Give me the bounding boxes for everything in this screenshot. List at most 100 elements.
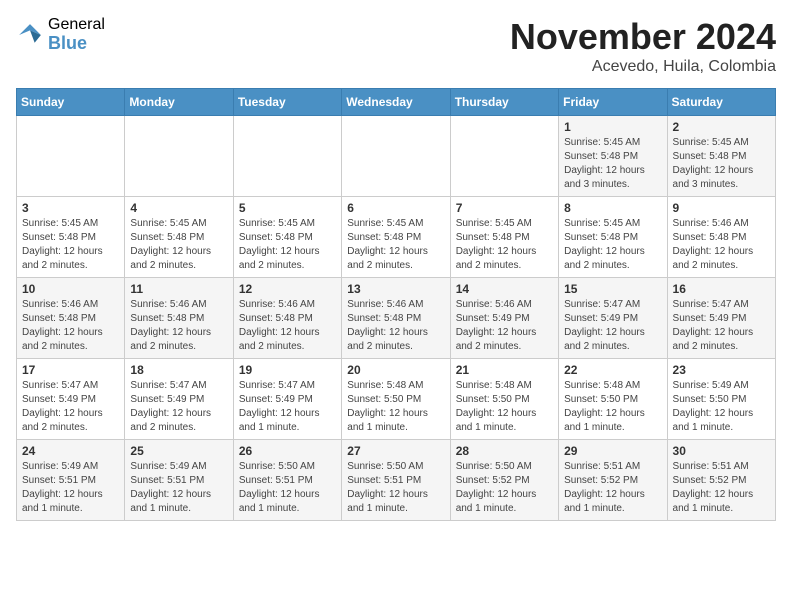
day-info: Sunrise: 5:50 AM Sunset: 5:52 PM Dayligh…	[456, 460, 553, 516]
day-number: 30	[673, 444, 770, 458]
day-number: 20	[347, 363, 444, 377]
day-info: Sunrise: 5:45 AM Sunset: 5:48 PM Dayligh…	[564, 136, 661, 192]
day-header-thursday: Thursday	[450, 89, 558, 116]
week-row-2: 3 Sunrise: 5:45 AM Sunset: 5:48 PM Daylig…	[17, 197, 776, 278]
day-number: 28	[456, 444, 553, 458]
day-number: 9	[673, 201, 770, 215]
calendar-cell: 22 Sunrise: 5:48 AM Sunset: 5:50 PM Dayli…	[559, 359, 667, 440]
day-number: 22	[564, 363, 661, 377]
calendar-cell: 1 Sunrise: 5:45 AM Sunset: 5:48 PM Daylig…	[559, 116, 667, 197]
calendar-cell: 14 Sunrise: 5:46 AM Sunset: 5:49 PM Dayli…	[450, 278, 558, 359]
week-row-3: 10 Sunrise: 5:46 AM Sunset: 5:48 PM Dayli…	[17, 278, 776, 359]
day-info: Sunrise: 5:47 AM Sunset: 5:49 PM Dayligh…	[673, 298, 770, 354]
day-info: Sunrise: 5:46 AM Sunset: 5:48 PM Dayligh…	[239, 298, 336, 354]
day-number: 6	[347, 201, 444, 215]
day-number: 19	[239, 363, 336, 377]
day-info: Sunrise: 5:45 AM Sunset: 5:48 PM Dayligh…	[130, 217, 227, 273]
day-header-wednesday: Wednesday	[342, 89, 450, 116]
day-info: Sunrise: 5:47 AM Sunset: 5:49 PM Dayligh…	[564, 298, 661, 354]
day-info: Sunrise: 5:48 AM Sunset: 5:50 PM Dayligh…	[347, 379, 444, 435]
day-info: Sunrise: 5:47 AM Sunset: 5:49 PM Dayligh…	[130, 379, 227, 435]
calendar-cell: 15Sunrise: 5:47 AM Sunset: 5:49 PM Dayli…	[559, 278, 667, 359]
day-info: Sunrise: 5:45 AM Sunset: 5:48 PM Dayligh…	[347, 217, 444, 273]
day-number: 5	[239, 201, 336, 215]
day-number: 24	[22, 444, 119, 458]
day-info: Sunrise: 5:45 AM Sunset: 5:48 PM Dayligh…	[239, 217, 336, 273]
calendar-cell	[17, 116, 125, 197]
day-number: 14	[456, 282, 553, 296]
calendar-cell: 10 Sunrise: 5:46 AM Sunset: 5:48 PM Dayli…	[17, 278, 125, 359]
calendar-cell: 20 Sunrise: 5:48 AM Sunset: 5:50 PM Dayli…	[342, 359, 450, 440]
day-number: 25	[130, 444, 227, 458]
logo-general: General	[48, 16, 105, 34]
calendar-cell: 26 Sunrise: 5:50 AM Sunset: 5:51 PM Dayli…	[233, 440, 341, 521]
day-info: Sunrise: 5:46 AM Sunset: 5:48 PM Dayligh…	[130, 298, 227, 354]
day-info: Sunrise: 5:50 AM Sunset: 5:51 PM Dayligh…	[347, 460, 444, 516]
calendar-cell: 19Sunrise: 5:47 AM Sunset: 5:49 PM Dayli…	[233, 359, 341, 440]
day-info: Sunrise: 5:46 AM Sunset: 5:48 PM Dayligh…	[673, 217, 770, 273]
week-row-1: 1 Sunrise: 5:45 AM Sunset: 5:48 PM Daylig…	[17, 116, 776, 197]
calendar-cell: 24 Sunrise: 5:49 AM Sunset: 5:51 PM Dayli…	[17, 440, 125, 521]
month-title: November 2024	[510, 16, 776, 58]
calendar-cell: 17 Sunrise: 5:47 AM Sunset: 5:49 PM Dayli…	[17, 359, 125, 440]
day-info: Sunrise: 5:48 AM Sunset: 5:50 PM Dayligh…	[456, 379, 553, 435]
calendar-cell: 13 Sunrise: 5:46 AM Sunset: 5:48 PM Dayli…	[342, 278, 450, 359]
day-number: 2	[673, 120, 770, 134]
day-number: 7	[456, 201, 553, 215]
day-info: Sunrise: 5:46 AM Sunset: 5:48 PM Dayligh…	[347, 298, 444, 354]
calendar-cell: 6 Sunrise: 5:45 AM Sunset: 5:48 PM Daylig…	[342, 197, 450, 278]
day-info: Sunrise: 5:45 AM Sunset: 5:48 PM Dayligh…	[22, 217, 119, 273]
location: Acevedo, Huila, Colombia	[510, 58, 776, 76]
day-number: 10	[22, 282, 119, 296]
day-number: 29	[564, 444, 661, 458]
day-number: 17	[22, 363, 119, 377]
day-info: Sunrise: 5:51 AM Sunset: 5:52 PM Dayligh…	[564, 460, 661, 516]
day-number: 11	[130, 282, 227, 296]
calendar-cell	[125, 116, 233, 197]
day-number: 27	[347, 444, 444, 458]
day-header-sunday: Sunday	[17, 89, 125, 116]
calendar-cell: 8 Sunrise: 5:45 AM Sunset: 5:48 PM Daylig…	[559, 197, 667, 278]
calendar-cell: 28 Sunrise: 5:50 AM Sunset: 5:52 PM Dayli…	[450, 440, 558, 521]
page-header: General Blue November 2024 Acevedo, Huil…	[16, 16, 776, 76]
calendar-cell: 23Sunrise: 5:49 AM Sunset: 5:50 PM Dayli…	[667, 359, 775, 440]
day-number: 26	[239, 444, 336, 458]
day-info: Sunrise: 5:45 AM Sunset: 5:48 PM Dayligh…	[673, 136, 770, 192]
day-number: 1	[564, 120, 661, 134]
day-info: Sunrise: 5:45 AM Sunset: 5:48 PM Dayligh…	[456, 217, 553, 273]
calendar-cell: 27 Sunrise: 5:50 AM Sunset: 5:51 PM Dayli…	[342, 440, 450, 521]
day-number: 16	[673, 282, 770, 296]
day-number: 23	[673, 363, 770, 377]
day-header-saturday: Saturday	[667, 89, 775, 116]
day-info: Sunrise: 5:50 AM Sunset: 5:51 PM Dayligh…	[239, 460, 336, 516]
calendar-cell: 18 Sunrise: 5:47 AM Sunset: 5:49 PM Dayli…	[125, 359, 233, 440]
header-row: SundayMondayTuesdayWednesdayThursdayFrid…	[17, 89, 776, 116]
calendar-cell: 3 Sunrise: 5:45 AM Sunset: 5:48 PM Daylig…	[17, 197, 125, 278]
day-number: 18	[130, 363, 227, 377]
day-info: Sunrise: 5:49 AM Sunset: 5:51 PM Dayligh…	[22, 460, 119, 516]
day-info: Sunrise: 5:49 AM Sunset: 5:51 PM Dayligh…	[130, 460, 227, 516]
day-info: Sunrise: 5:51 AM Sunset: 5:52 PM Dayligh…	[673, 460, 770, 516]
day-number: 21	[456, 363, 553, 377]
day-number: 13	[347, 282, 444, 296]
day-info: Sunrise: 5:46 AM Sunset: 5:49 PM Dayligh…	[456, 298, 553, 354]
calendar-cell: 2 Sunrise: 5:45 AM Sunset: 5:48 PM Daylig…	[667, 116, 775, 197]
calendar-cell: 21 Sunrise: 5:48 AM Sunset: 5:50 PM Dayli…	[450, 359, 558, 440]
calendar-cell: 25 Sunrise: 5:49 AM Sunset: 5:51 PM Dayli…	[125, 440, 233, 521]
day-header-tuesday: Tuesday	[233, 89, 341, 116]
day-info: Sunrise: 5:45 AM Sunset: 5:48 PM Dayligh…	[564, 217, 661, 273]
day-info: Sunrise: 5:48 AM Sunset: 5:50 PM Dayligh…	[564, 379, 661, 435]
day-header-monday: Monday	[125, 89, 233, 116]
logo: General Blue	[16, 16, 105, 53]
day-info: Sunrise: 5:47 AM Sunset: 5:49 PM Dayligh…	[22, 379, 119, 435]
day-info: Sunrise: 5:46 AM Sunset: 5:48 PM Dayligh…	[22, 298, 119, 354]
day-number: 3	[22, 201, 119, 215]
title-block: November 2024 Acevedo, Huila, Colombia	[510, 16, 776, 76]
day-number: 8	[564, 201, 661, 215]
calendar-cell: 11 Sunrise: 5:46 AM Sunset: 5:48 PM Dayli…	[125, 278, 233, 359]
week-row-5: 24 Sunrise: 5:49 AM Sunset: 5:51 PM Dayli…	[17, 440, 776, 521]
calendar-cell: 29 Sunrise: 5:51 AM Sunset: 5:52 PM Dayli…	[559, 440, 667, 521]
week-row-4: 17 Sunrise: 5:47 AM Sunset: 5:49 PM Dayli…	[17, 359, 776, 440]
calendar-cell: 5 Sunrise: 5:45 AM Sunset: 5:48 PM Daylig…	[233, 197, 341, 278]
calendar-cell: 4Sunrise: 5:45 AM Sunset: 5:48 PM Daylig…	[125, 197, 233, 278]
